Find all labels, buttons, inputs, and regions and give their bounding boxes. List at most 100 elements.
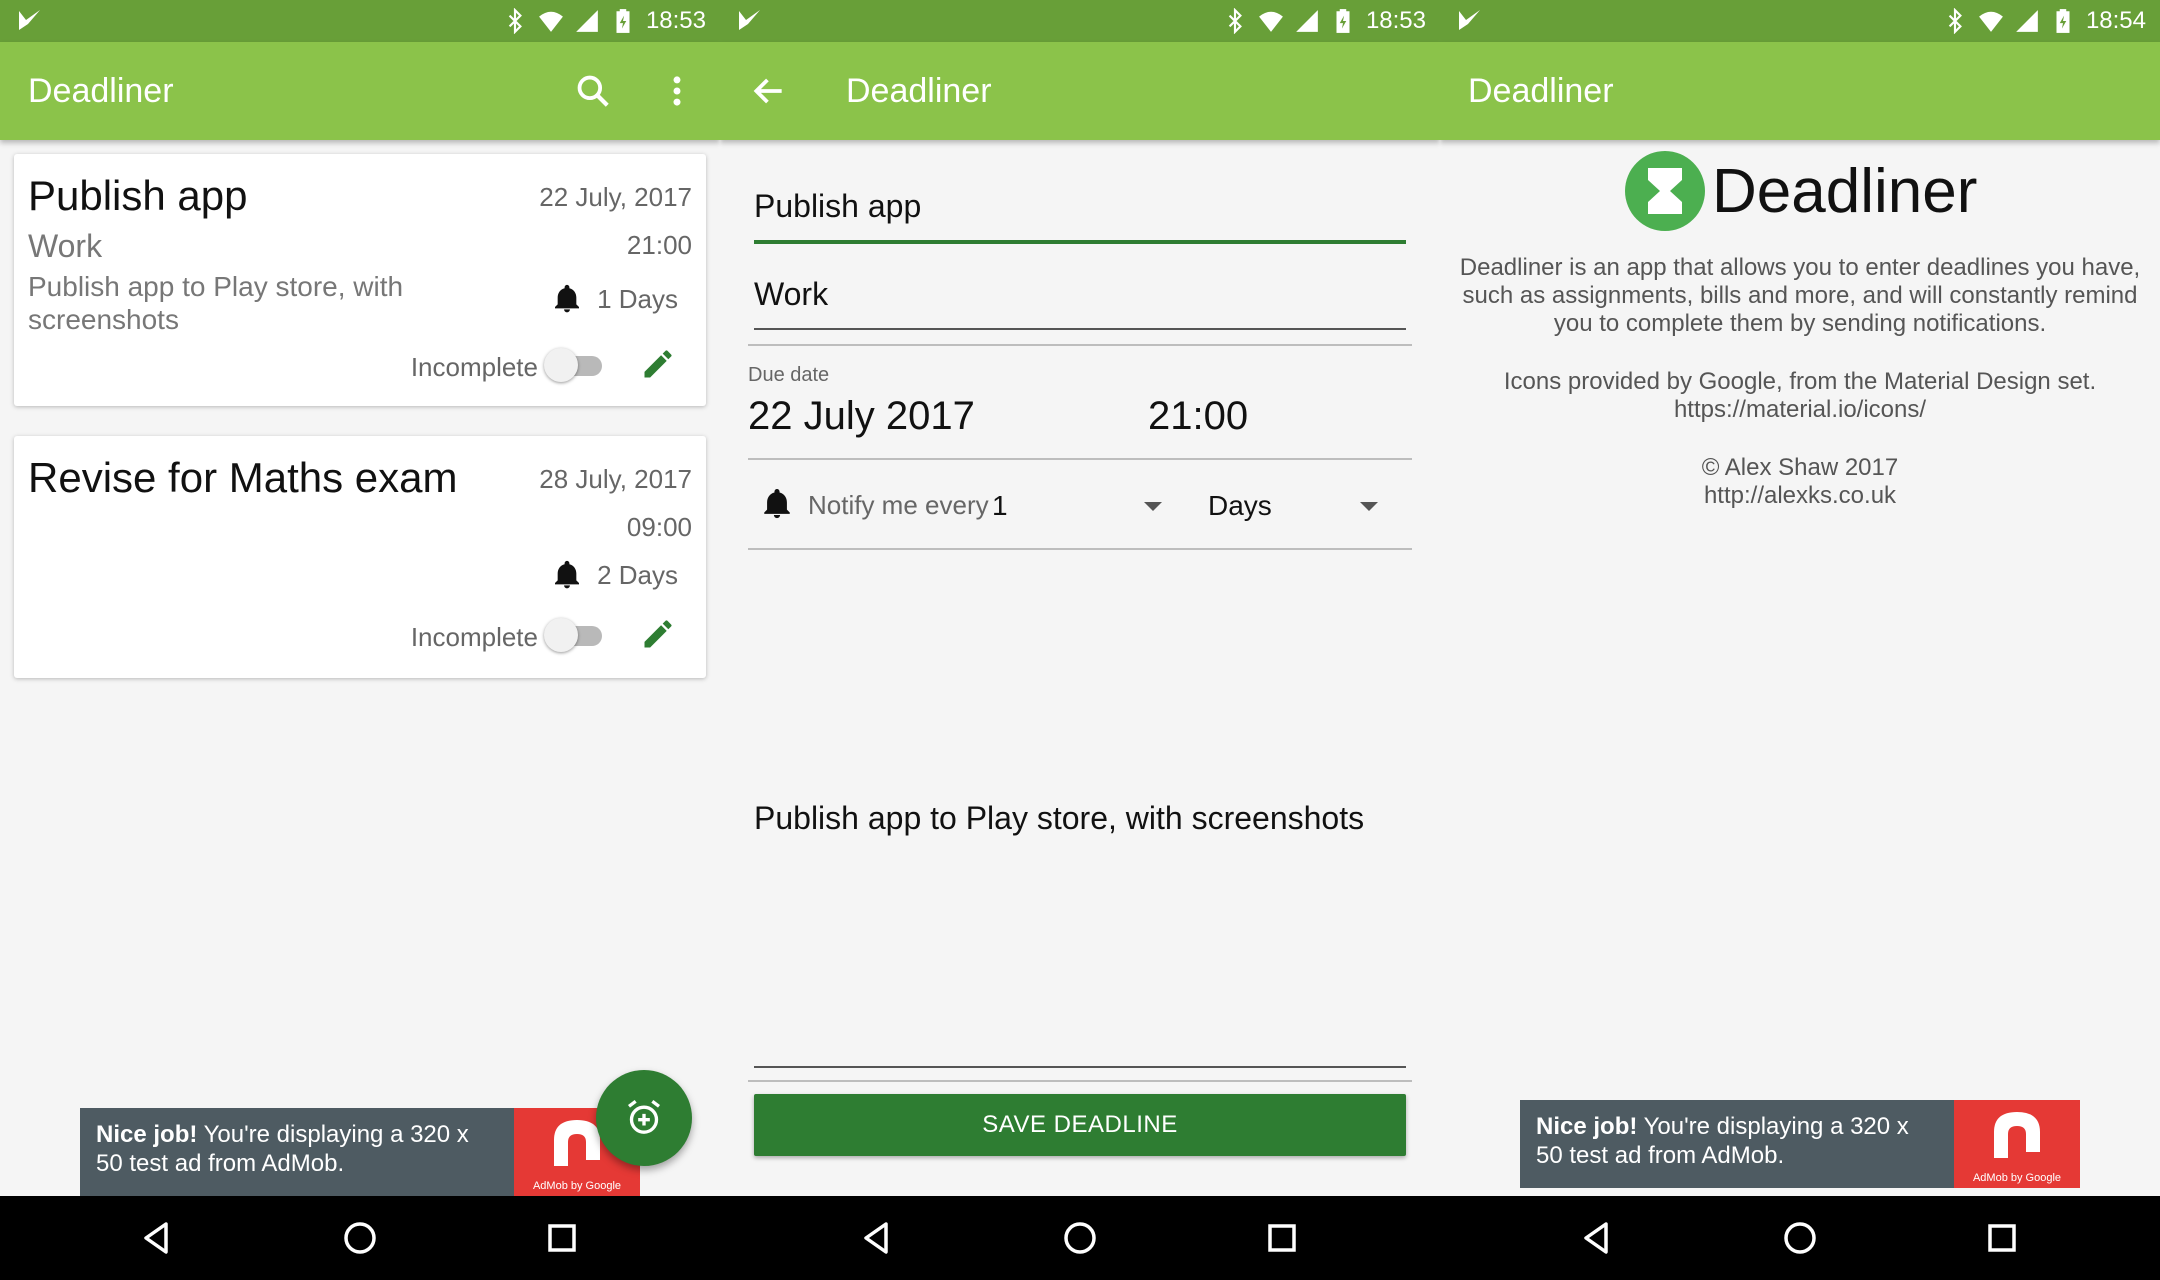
status-bar: 18:53 xyxy=(0,0,720,42)
app-notification-icon xyxy=(1459,10,1480,30)
website-link[interactable]: http://alexks.co.uk xyxy=(1450,482,2150,510)
admob-caption: AdMob by Google xyxy=(1972,1172,2062,1184)
notify-unit-select[interactable]: Days xyxy=(1208,490,1272,522)
battery-icon xyxy=(616,9,630,33)
recents-nav-icon[interactable] xyxy=(1978,1214,2026,1262)
battery-icon xyxy=(2056,9,2070,33)
search-icon[interactable] xyxy=(574,72,612,110)
notify-text: 2 Days xyxy=(597,559,678,590)
edit-deadline-screen: 18:53 Deadliner Publish app Work Due dat… xyxy=(720,0,1440,1280)
notify-interval: 2 Days xyxy=(551,558,678,592)
deadline-description: Publish app to Play store, with screensh… xyxy=(28,271,404,335)
signal-icon xyxy=(1296,10,1318,32)
app-title: Deadliner xyxy=(846,72,992,110)
edit-icon[interactable] xyxy=(640,346,676,382)
description-field[interactable]: Publish app to Play store, with screensh… xyxy=(754,800,1364,837)
app-bar: Deadliner xyxy=(0,42,720,140)
wifi-icon xyxy=(1979,11,2003,32)
app-title: Deadliner xyxy=(28,72,174,110)
app-notification-icon xyxy=(739,10,760,30)
edit-icon[interactable] xyxy=(640,616,676,652)
status-bar: 18:54 xyxy=(1440,0,2160,42)
home-nav-icon[interactable] xyxy=(336,1214,384,1262)
app-bar: Deadliner xyxy=(1440,42,2160,140)
about-screen: 18:54 Deadliner Deadliner Deadliner is a… xyxy=(1440,0,2160,1280)
category-field[interactable]: Work xyxy=(754,264,1406,334)
wifi-icon xyxy=(539,11,563,32)
bell-icon xyxy=(555,560,580,589)
app-logo-text: Deadliner xyxy=(1712,156,1978,226)
description-underline xyxy=(754,1066,1406,1068)
admob-logo: AdMob by Google xyxy=(1954,1100,2080,1188)
category-value: Work xyxy=(754,276,829,312)
icons-link[interactable]: https://material.io/icons/ xyxy=(1450,396,2150,424)
notify-number-select[interactable]: 1 xyxy=(992,490,1008,522)
copyright: © Alex Shaw 2017 xyxy=(1701,454,1899,481)
due-date-value[interactable]: 22 July 2017 xyxy=(748,394,975,439)
deadline-time: 09:00 xyxy=(626,512,692,542)
clock: 18:53 xyxy=(1365,7,1426,34)
status-label: Incomplete xyxy=(410,622,538,652)
signal-icon xyxy=(576,10,598,32)
deadline-date: 22 July, 2017 xyxy=(539,182,692,212)
clock: 18:53 xyxy=(645,7,706,34)
hourglass-logo-icon xyxy=(1625,151,1705,231)
app-notification-icon xyxy=(19,10,40,30)
back-nav-icon[interactable] xyxy=(134,1214,182,1262)
home-nav-icon[interactable] xyxy=(1776,1214,1824,1262)
icons-credit: Icons provided by Google, from the Mater… xyxy=(1503,368,2097,395)
bell-icon xyxy=(764,488,790,519)
ad-banner[interactable]: Nice job! You're displaying a 320 x 50 t… xyxy=(1520,1100,2080,1188)
back-nav-icon[interactable] xyxy=(1574,1214,1622,1262)
complete-toggle[interactable] xyxy=(544,616,602,652)
due-time-value[interactable]: 21:00 xyxy=(1148,394,1248,439)
add-alarm-icon xyxy=(628,1100,660,1134)
deadline-time: 21:00 xyxy=(626,230,692,260)
save-deadline-button[interactable]: SAVE DEADLINE xyxy=(754,1094,1406,1156)
deadline-category: Work xyxy=(28,228,103,264)
status-bar: 18:53 xyxy=(720,0,1440,42)
status-label: Incomplete xyxy=(410,352,538,382)
notify-text: 1 Days xyxy=(597,283,678,314)
recents-nav-icon[interactable] xyxy=(538,1214,586,1262)
signal-icon xyxy=(2016,10,2038,32)
ad-text: Nice job! You're displaying a 320 x 50 t… xyxy=(1536,1113,1909,1169)
deadline-card[interactable]: Revise for Maths exam 28 July, 2017 09:0… xyxy=(14,436,706,678)
complete-toggle[interactable] xyxy=(544,346,602,382)
about-description: Deadliner is an app that allows you to e… xyxy=(1459,254,2141,337)
notify-label: Notify me every xyxy=(808,490,989,520)
app-bar: Deadliner xyxy=(720,42,1440,140)
back-nav-icon[interactable] xyxy=(854,1214,902,1262)
admob-icon xyxy=(1994,1112,2040,1158)
deadline-title: Publish app xyxy=(28,172,248,219)
deadline-card[interactable]: Publish app Work Publish app to Play sto… xyxy=(14,154,706,406)
deadline-date: 28 July, 2017 xyxy=(539,464,692,494)
recents-nav-icon[interactable] xyxy=(1258,1214,1306,1262)
name-field[interactable]: Publish app xyxy=(754,176,1406,246)
deadline-list-screen: 18:53 Deadliner Publish app Work Publish… xyxy=(0,0,720,1280)
deadline-title: Revise for Maths exam xyxy=(28,454,458,501)
notify-interval: 1 Days xyxy=(551,282,678,316)
name-value: Publish app xyxy=(754,188,922,224)
nav-bar xyxy=(0,1196,720,1280)
bluetooth-icon xyxy=(508,8,522,34)
clock: 18:54 xyxy=(2085,7,2146,34)
due-date-label: Due date xyxy=(748,364,830,386)
chevron-down-icon[interactable] xyxy=(1360,502,1378,511)
app-logo-lockup: Deadliner xyxy=(1624,150,1977,232)
back-arrow-icon[interactable] xyxy=(750,72,788,110)
ad-text: Nice job! You're displaying a 320 x 50 t… xyxy=(96,1121,469,1177)
app-title: Deadliner xyxy=(1468,72,1614,110)
battery-icon xyxy=(1336,9,1350,33)
overflow-menu-icon[interactable] xyxy=(658,72,696,110)
bell-icon xyxy=(555,284,580,313)
chevron-down-icon[interactable] xyxy=(1144,502,1162,511)
ad-banner[interactable]: Nice job! You're displaying a 320 x 50 t… xyxy=(80,1108,640,1196)
bluetooth-icon xyxy=(1948,8,1962,34)
home-nav-icon[interactable] xyxy=(1056,1214,1104,1262)
nav-bar xyxy=(720,1196,1440,1280)
wifi-icon xyxy=(1259,11,1283,32)
bluetooth-icon xyxy=(1228,8,1242,34)
add-deadline-fab[interactable] xyxy=(596,1070,692,1166)
admob-caption: AdMob by Google xyxy=(532,1180,622,1192)
